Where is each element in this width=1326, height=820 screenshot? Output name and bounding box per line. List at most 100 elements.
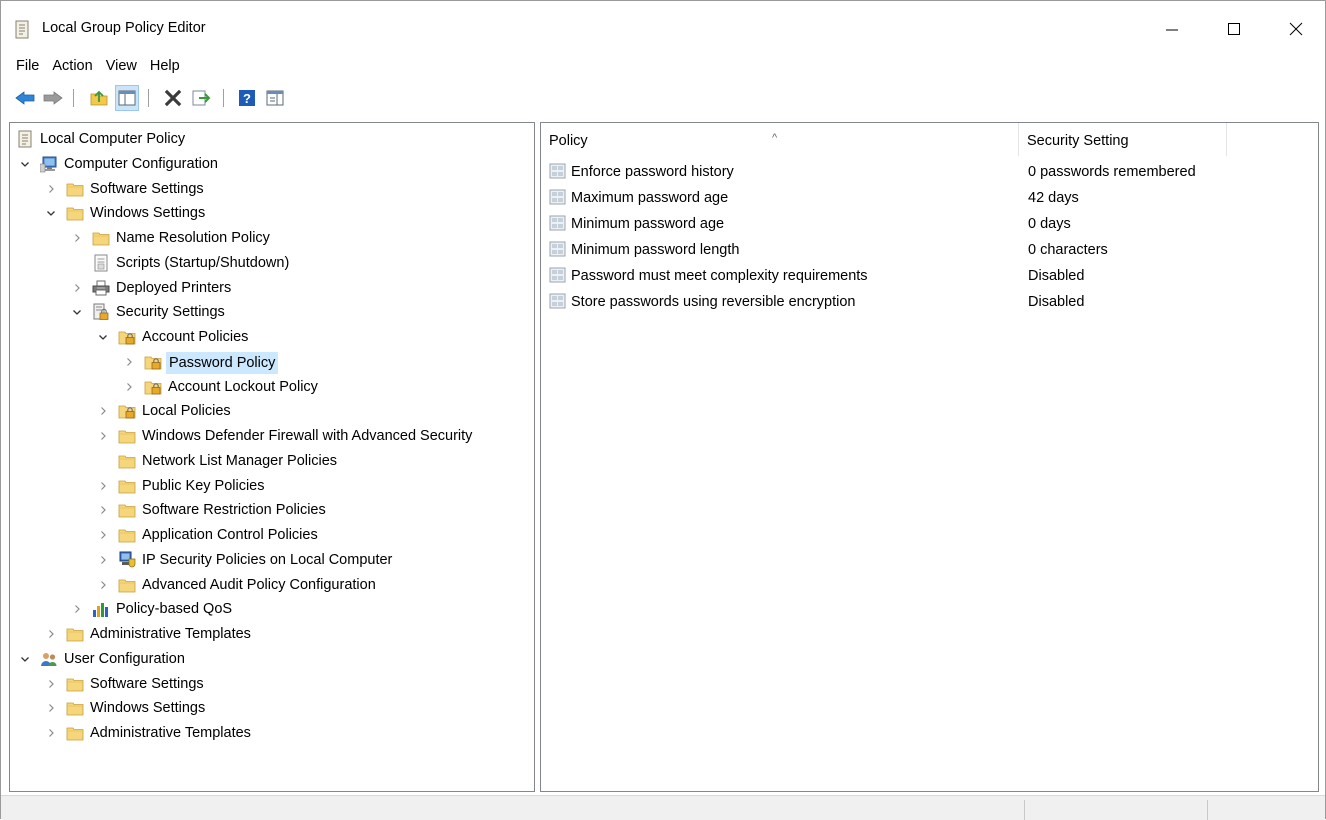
tree-node[interactable]: Windows Defender Firewall with Advanced … xyxy=(10,424,530,448)
collapse-chevron-icon[interactable] xyxy=(18,647,32,671)
collapse-chevron-icon[interactable] xyxy=(70,300,84,324)
list-row[interactable]: Password must meet complexity requiremen… xyxy=(541,263,1318,289)
expand-chevron-icon[interactable] xyxy=(122,375,136,399)
tree-node[interactable]: Scripts (Startup/Shutdown) xyxy=(10,251,530,275)
tree-node[interactable]: User Configuration xyxy=(10,647,530,671)
collapse-chevron-icon[interactable] xyxy=(44,201,58,225)
forward-button[interactable] xyxy=(41,85,65,111)
list-row[interactable]: Store passwords using reversible encrypt… xyxy=(541,289,1318,315)
expand-chevron-icon[interactable] xyxy=(70,276,84,300)
show-hide-console-tree-button[interactable] xyxy=(115,85,139,111)
tree-node[interactable]: Application Control Policies xyxy=(10,523,530,547)
maximize-button[interactable] xyxy=(1211,9,1257,49)
tree-node-label[interactable]: Software Settings xyxy=(88,179,206,199)
collapse-chevron-icon[interactable] xyxy=(96,325,110,349)
expand-chevron-icon[interactable] xyxy=(70,226,84,250)
tree-node-label[interactable]: Deployed Printers xyxy=(114,278,233,298)
expand-chevron-icon[interactable] xyxy=(44,177,58,201)
expand-chevron-icon[interactable] xyxy=(44,672,58,696)
menu-help[interactable]: Help xyxy=(143,55,186,77)
tree-node-label[interactable]: Computer Configuration xyxy=(62,154,220,174)
expand-chevron-icon[interactable] xyxy=(44,721,58,745)
menu-file[interactable]: File xyxy=(1,55,45,77)
expand-chevron-icon[interactable] xyxy=(96,523,110,547)
tree-node[interactable]: Windows Settings xyxy=(10,696,530,720)
expand-chevron-icon[interactable] xyxy=(96,573,110,597)
back-button[interactable] xyxy=(13,85,37,111)
tree-node-label[interactable]: Software Settings xyxy=(88,674,206,694)
tree-node[interactable]: Software Settings xyxy=(10,177,530,201)
close-button[interactable] xyxy=(1273,9,1319,49)
tree-node-label[interactable]: Local Policies xyxy=(140,401,233,421)
tree-node[interactable]: Local Computer Policy xyxy=(10,127,530,151)
expand-chevron-icon[interactable] xyxy=(96,548,110,572)
tree-node[interactable]: Deployed Printers xyxy=(10,276,530,300)
tree-node[interactable]: Computer Configuration xyxy=(10,152,530,176)
tree-node[interactable]: Security Settings xyxy=(10,300,530,324)
expand-chevron-icon[interactable] xyxy=(96,399,110,423)
list-row[interactable]: Enforce password history 0 passwords reme… xyxy=(541,159,1318,185)
list-row[interactable]: Minimum password length 0 characters xyxy=(541,237,1318,263)
list-row[interactable]: Maximum password age 42 days xyxy=(541,185,1318,211)
tree-node[interactable]: Public Key Policies xyxy=(10,474,530,498)
tree-node[interactable]: Network List Manager Policies xyxy=(10,449,530,473)
tree-node[interactable]: Software Restriction Policies xyxy=(10,498,530,522)
tree-node[interactable]: Account Lockout Policy xyxy=(10,375,530,399)
expand-chevron-icon[interactable] xyxy=(122,350,136,374)
show-hide-tree-icon xyxy=(118,90,136,106)
expand-chevron-icon[interactable] xyxy=(96,424,110,448)
tree-node[interactable]: Password Policy xyxy=(10,350,530,374)
tree-node[interactable]: Policy-based QoS xyxy=(10,597,530,621)
column-header-security-setting[interactable]: Security Setting xyxy=(1019,123,1227,156)
tree-node[interactable]: IP Security Policies on Local Computer xyxy=(10,548,530,572)
tree-node[interactable]: Software Settings xyxy=(10,672,530,696)
tree-node[interactable]: Account Policies xyxy=(10,325,530,349)
policy-setting-icon xyxy=(549,267,567,284)
tree-node[interactable]: Name Resolution Policy xyxy=(10,226,530,250)
tree-node[interactable]: Administrative Templates xyxy=(10,721,530,745)
menu-view[interactable]: View xyxy=(99,55,143,77)
details-list-pane[interactable]: Policy ^ Security Setting Enforce passwo… xyxy=(540,122,1319,792)
tree-node[interactable]: Local Policies xyxy=(10,399,530,423)
help-button[interactable]: ? xyxy=(235,85,259,111)
export-list-button[interactable] xyxy=(189,85,213,111)
minimize-button[interactable] xyxy=(1149,9,1195,49)
delete-button[interactable] xyxy=(161,85,185,111)
tree-node-label[interactable]: Network List Manager Policies xyxy=(140,451,339,471)
tree-node-label[interactable]: Public Key Policies xyxy=(140,476,267,496)
tree-node[interactable]: Administrative Templates xyxy=(10,622,530,646)
expand-chevron-icon[interactable] xyxy=(70,597,84,621)
tree-node-label[interactable]: IP Security Policies on Local Computer xyxy=(140,550,394,570)
tree-node-label[interactable]: Policy-based QoS xyxy=(114,599,234,619)
tree-node-label[interactable]: Advanced Audit Policy Configuration xyxy=(140,575,378,595)
tree-node-label[interactable]: Account Policies xyxy=(140,327,250,347)
tree-node-label[interactable]: Application Control Policies xyxy=(140,525,320,545)
tree-node-label[interactable]: Administrative Templates xyxy=(88,723,253,743)
column-header-policy[interactable]: Policy ^ xyxy=(541,123,1019,156)
tree-node[interactable]: Advanced Audit Policy Configuration xyxy=(10,573,530,597)
title-bar[interactable]: Local Group Policy Editor xyxy=(1,1,1325,51)
tree-node-label[interactable]: Scripts (Startup/Shutdown) xyxy=(114,253,291,273)
expand-chevron-icon[interactable] xyxy=(96,474,110,498)
collapse-chevron-icon[interactable] xyxy=(18,152,32,176)
properties-view-button[interactable] xyxy=(263,85,287,111)
tree-node-label[interactable]: Administrative Templates xyxy=(88,624,253,644)
tree-node-label[interactable]: Local Computer Policy xyxy=(38,129,187,149)
tree-node-label[interactable]: Password Policy xyxy=(166,351,279,374)
tree-node-label[interactable]: Windows Defender Firewall with Advanced … xyxy=(140,426,474,446)
tree-node-label[interactable]: Windows Settings xyxy=(88,203,207,223)
tree-node-label[interactable]: User Configuration xyxy=(62,649,187,669)
up-one-level-button[interactable] xyxy=(87,85,111,111)
expand-chevron-icon[interactable] xyxy=(96,498,110,522)
expand-chevron-icon[interactable] xyxy=(44,696,58,720)
menu-action[interactable]: Action xyxy=(45,55,98,77)
tree-node[interactable]: Windows Settings xyxy=(10,201,530,225)
tree-node-label[interactable]: Software Restriction Policies xyxy=(140,500,328,520)
expand-chevron-icon[interactable] xyxy=(44,622,58,646)
list-row[interactable]: Minimum password age 0 days xyxy=(541,211,1318,237)
console-tree-pane[interactable]: Local Computer Policy Computer Configurat… xyxy=(9,122,535,792)
tree-node-label[interactable]: Windows Settings xyxy=(88,698,207,718)
tree-node-label[interactable]: Name Resolution Policy xyxy=(114,228,272,248)
tree-node-label[interactable]: Security Settings xyxy=(114,302,227,322)
tree-node-label[interactable]: Account Lockout Policy xyxy=(166,377,320,397)
